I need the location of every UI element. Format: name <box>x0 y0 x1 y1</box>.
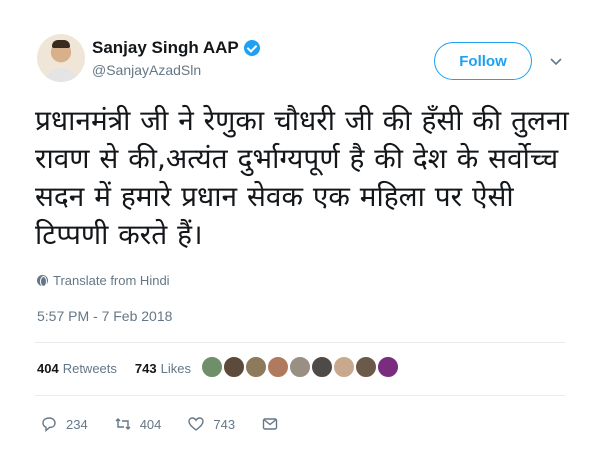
author-avatar[interactable] <box>37 34 85 82</box>
envelope-icon <box>262 418 278 430</box>
like-count: 743 <box>213 416 236 432</box>
translate-label: Translate from Hindi <box>53 273 170 288</box>
retweet-icon <box>115 418 131 430</box>
globe-icon <box>37 275 48 287</box>
liker-avatar[interactable] <box>200 355 224 379</box>
liker-avatar[interactable] <box>244 355 268 379</box>
divider <box>35 395 565 396</box>
retweet-count: 404 <box>139 416 162 432</box>
author-handle[interactable]: @SanjayAzadSln <box>92 62 201 78</box>
direct-message-button[interactable] <box>261 415 279 433</box>
liker-avatar[interactable] <box>288 355 312 379</box>
likers-avatars[interactable] <box>200 355 400 379</box>
reply-icon <box>42 417 56 433</box>
avatar-hair <box>52 40 70 48</box>
liker-avatar[interactable] <box>332 355 356 379</box>
author-name-row[interactable]: Sanjay Singh AAP <box>92 38 260 58</box>
liker-avatar[interactable] <box>310 355 334 379</box>
verified-badge-icon <box>243 40 260 56</box>
reply-button[interactable]: 234 <box>40 415 88 433</box>
retweets-label[interactable]: Retweets <box>63 361 117 376</box>
liker-avatar[interactable] <box>354 355 378 379</box>
tweet-text: प्रधानमंत्री जी ने रेणुका चौधरी जी की हँ… <box>35 104 569 251</box>
avatar-shoulders <box>43 68 79 82</box>
tweet-card: Sanjay Singh AAP @SanjayAzadSln Follow प… <box>0 0 600 450</box>
author-display-name[interactable]: Sanjay Singh AAP <box>92 38 239 58</box>
heart-icon <box>188 417 205 431</box>
like-button[interactable]: 743 <box>187 415 235 433</box>
follow-button[interactable]: Follow <box>434 42 532 80</box>
liker-avatar[interactable] <box>376 355 400 379</box>
likes-count[interactable]: 743 <box>135 361 157 376</box>
translate-link[interactable]: Translate from Hindi <box>37 273 170 288</box>
tweet-timestamp[interactable]: 5:57 PM - 7 Feb 2018 <box>37 308 172 324</box>
retweet-button[interactable]: 404 <box>114 415 162 433</box>
liker-avatar[interactable] <box>222 355 246 379</box>
reply-count: 234 <box>66 416 88 432</box>
tweet-actions: 234 404 743 <box>40 415 305 433</box>
liker-avatar[interactable] <box>266 355 290 379</box>
chevron-down-icon[interactable] <box>550 55 562 67</box>
likes-label[interactable]: Likes <box>161 361 191 376</box>
engagement-stats: 404 Retweets 743 Likes <box>37 361 191 376</box>
retweets-count[interactable]: 404 <box>37 361 59 376</box>
divider <box>35 342 565 343</box>
